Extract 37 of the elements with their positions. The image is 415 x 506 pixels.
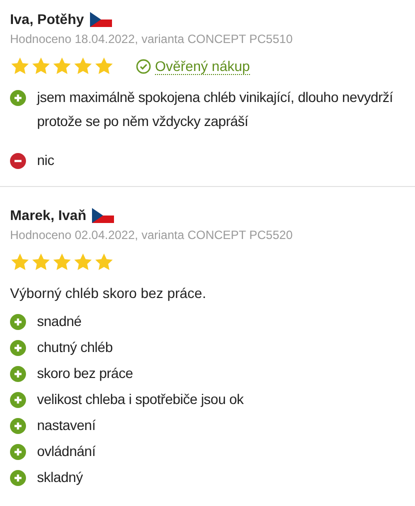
pro-text: snadné <box>37 312 82 330</box>
pro-text: jsem maximálně spokojena chléb vinikající, dlouho nevydrží protože se po něm vždycky zapráší <box>37 88 394 131</box>
star-icon <box>52 252 72 272</box>
plus-icon <box>10 470 26 486</box>
review-date: Hodnoceno 02.04.2022, varianta CONCEPT PC5520 <box>10 228 294 242</box>
star-icon <box>31 56 51 76</box>
flag-icon <box>90 12 112 26</box>
star-icon <box>52 56 72 76</box>
plus-icon <box>10 90 26 106</box>
star-icon <box>10 56 30 76</box>
plus-icon <box>10 392 26 408</box>
reviewer-name: Marek, Ivaň <box>10 207 86 223</box>
plus-icon <box>10 314 26 330</box>
flag-icon <box>92 208 114 222</box>
reviewer-name: Iva, Potěhy <box>10 11 84 27</box>
plus-icon <box>10 444 26 460</box>
review-date: Hodnoceno 18.04.2022, varianta CONCEPT PC5510 <box>10 32 294 46</box>
con-text: nic <box>37 151 54 170</box>
star-icon <box>10 252 30 272</box>
star-icon <box>94 252 114 272</box>
star-icon <box>73 252 93 272</box>
plus-icon <box>10 418 26 434</box>
pro-text: ovládnání <box>37 442 96 460</box>
pro-text: chutný chléb <box>37 338 113 356</box>
plus-icon <box>10 340 26 356</box>
star-icon <box>31 252 51 272</box>
star-icon <box>73 56 93 76</box>
review-text: Výborný chléb skoro bez práce. <box>10 284 208 302</box>
minus-icon <box>10 153 26 169</box>
pro-text: velikost chleba i spotřebiče jsou ok <box>37 390 244 408</box>
star-icon <box>94 56 114 76</box>
check-circle-icon <box>136 58 151 74</box>
plus-icon <box>10 366 26 382</box>
pro-text: skladný <box>37 468 83 486</box>
pro-text: skoro bez práce <box>37 364 133 382</box>
verified-purchase-link[interactable]: Ověřený nákup <box>136 58 250 74</box>
pro-text: nastavení <box>37 416 96 434</box>
